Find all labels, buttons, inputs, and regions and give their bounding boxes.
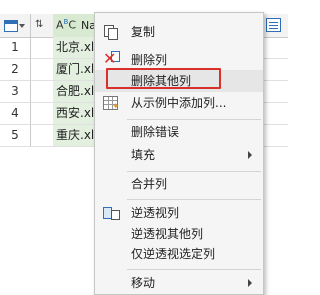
table-cell[interactable] — [31, 37, 54, 58]
menu-item-unpivot-other-columns[interactable]: 逆透视其他列 — [95, 223, 263, 245]
menu-item-label: 复制 — [131, 25, 156, 39]
menu-item-fill[interactable]: 填充 — [95, 144, 263, 166]
column-context-menu: 复制 ✕ 删除列 删除其他列 ✦ 从示例中添加列... 删除错误 填充 合并列 … — [94, 12, 264, 295]
menu-item-copy[interactable]: 复制 — [95, 21, 263, 43]
menu-item-remove-errors[interactable]: 删除错误 — [95, 121, 263, 143]
text-type-icon: ABC — [56, 18, 77, 32]
menu-item-unpivot-selected-columns[interactable]: 仅逆透视选定列 — [95, 243, 263, 265]
table-cell[interactable] — [31, 59, 54, 80]
menu-item-merge-columns[interactable]: 合并列 — [95, 173, 263, 195]
row-number: 4 — [0, 103, 31, 125]
menu-item-label: 逆透视列 — [131, 206, 180, 220]
unpivot-icon — [103, 206, 120, 220]
table-icon — [4, 20, 18, 32]
menu-separator — [127, 119, 261, 120]
menu-item-label: 填充 — [131, 148, 156, 162]
menu-item-label: 删除错误 — [131, 125, 180, 139]
table-cell[interactable] — [31, 103, 54, 124]
add-column-from-examples-icon: ✦ — [103, 96, 120, 112]
column-header-right[interactable] — [263, 14, 288, 37]
copy-icon — [103, 25, 119, 40]
row-number: 5 — [0, 125, 31, 147]
menu-item-label: 逆透视其他列 — [131, 227, 204, 241]
menu-item-unpivot-columns[interactable]: 逆透视列 — [95, 202, 263, 224]
delete-column-icon: ✕ — [103, 51, 120, 67]
menu-separator — [127, 171, 261, 172]
highlight-annotation-box — [106, 68, 221, 89]
row-number: 3 — [0, 81, 31, 103]
menu-item-add-column-from-examples[interactable]: ✦ 从示例中添加列... — [95, 92, 263, 114]
menu-item-move[interactable]: 移动 — [95, 272, 263, 294]
table-column-icon — [266, 18, 281, 32]
submenu-arrow-icon — [248, 151, 252, 159]
dropdown-arrow-icon — [19, 24, 25, 28]
row-number: 1 — [0, 37, 31, 59]
binary-type-icon: ⇅ — [35, 19, 44, 30]
menu-item-label: 仅逆透视选定列 — [131, 247, 216, 261]
menu-item-label: 合并列 — [131, 177, 168, 191]
menu-item-label: 从示例中添加列... — [131, 96, 227, 110]
menu-separator — [127, 199, 261, 200]
table-cell[interactable] — [31, 81, 54, 102]
row-number: 2 — [0, 59, 31, 81]
submenu-arrow-icon — [248, 279, 252, 287]
menu-item-label: 移动 — [131, 276, 156, 290]
table-menu-button[interactable] — [0, 14, 31, 37]
column-header-a[interactable]: ⇅ — [31, 14, 54, 37]
menu-separator — [127, 269, 261, 270]
table-cell[interactable] — [31, 125, 54, 146]
